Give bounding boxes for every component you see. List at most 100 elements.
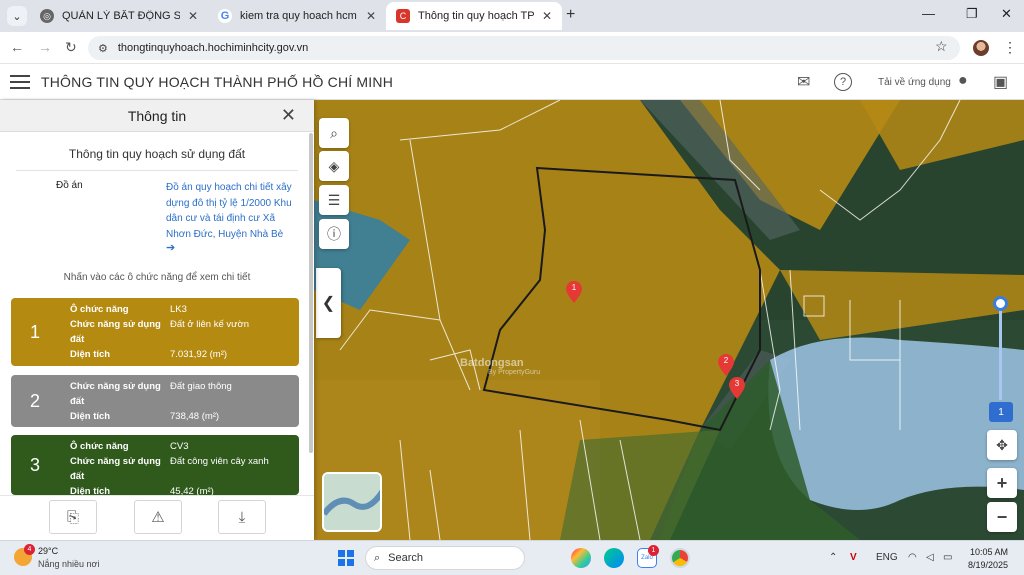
close-tab-icon[interactable]: ✕ xyxy=(188,9,198,23)
function-card-1[interactable]: 1 Ô chức năng LK3 Chức năng sử dụng đất Đấ… xyxy=(11,298,299,366)
doan-link[interactable]: Đồ án quy hoạch chi tiết xây dựng đô thị… xyxy=(166,180,296,242)
edge-icon[interactable] xyxy=(604,548,624,568)
clock-date: 8/19/2025 xyxy=(968,560,1009,570)
tab-search-dropdown[interactable]: ⌄ xyxy=(7,6,27,26)
map-info-button[interactable]: ⓘ xyxy=(319,219,349,249)
download-app-link[interactable]: Tải về ứng dụng xyxy=(878,77,951,88)
card-value: CV3 xyxy=(170,441,189,452)
system-clock[interactable]: 10:05 AM 8/19/2025 xyxy=(968,546,1008,572)
divider xyxy=(16,170,298,171)
card-value: 738,48 (m²) xyxy=(170,411,220,422)
antivirus-icon[interactable]: V xyxy=(850,552,857,563)
locate-button[interactable]: ✥ xyxy=(987,430,1017,460)
download-button[interactable]: ⤓ xyxy=(218,500,266,534)
reload-button[interactable]: ↻ xyxy=(65,39,77,56)
windows-taskbar: 4 29°C Nắng nhiều nơi ⌕ Search Zalo 1 ⌃ … xyxy=(0,540,1024,575)
opacity-slider-track[interactable] xyxy=(999,305,1002,400)
panel-title: Thông tin xyxy=(127,108,187,124)
restore-button[interactable]: ❐ xyxy=(966,6,978,22)
language-indicator[interactable]: ENG xyxy=(876,552,898,563)
copilot-icon[interactable] xyxy=(571,548,591,568)
card-value: Đất ở liên kế vườn xyxy=(170,319,250,330)
card-key: Chức năng sử dụng đất xyxy=(70,381,161,407)
wifi-icon[interactable]: ◠ xyxy=(908,552,917,563)
map-marker-1[interactable]: 1 xyxy=(566,281,582,303)
card-value: LK3 xyxy=(170,304,187,315)
function-card-2[interactable]: 2 Chức năng sử dụng đất Đất giao thông Di… xyxy=(11,375,299,427)
card-key: Diện tích xyxy=(70,486,111,495)
windows-start-icon[interactable] xyxy=(338,550,354,566)
chevron-left-icon: ❮ xyxy=(321,295,336,312)
minimap-graphic xyxy=(324,474,380,530)
chevron-up-icon[interactable]: ⌃ xyxy=(829,552,837,563)
zoom-in-button[interactable]: + xyxy=(987,468,1017,498)
site-settings-icon[interactable]: ⚙ xyxy=(98,42,108,55)
url-input[interactable]: ⚙ thongtinquyhoach.hochiminhcity.gov.vn xyxy=(88,36,960,60)
marker-label: 1 xyxy=(571,283,577,292)
clock-time: 10:05 AM xyxy=(970,547,1009,557)
app-header: THÔNG TIN QUY HOẠCH THÀNH PHỐ HỒ CHÍ MIN… xyxy=(0,64,1024,100)
tab-title: QUẢN LÝ BẤT ĐỘNG SẢN xyxy=(62,10,180,22)
arrow-right-icon[interactable]: ➔ xyxy=(166,241,175,254)
help-icon[interactable]: ? xyxy=(834,73,852,91)
url-text: thongtinquyhoach.hochiminhcity.gov.vn xyxy=(117,42,309,54)
close-window-button[interactable]: ✕ xyxy=(1001,6,1012,22)
search-placeholder: Search xyxy=(388,552,424,564)
info-icon: ⓘ xyxy=(327,226,341,242)
marker-label: 3 xyxy=(734,379,740,388)
globe-icon: ◎ xyxy=(40,9,54,23)
info-panel: Thông tin ✕ Thông tin quy hoạch sử dụng … xyxy=(0,100,314,540)
card-number: 1 xyxy=(29,321,40,342)
layers-icon: ◈ xyxy=(328,157,340,174)
card-number: 2 xyxy=(29,390,40,411)
taskbar-search-input[interactable]: ⌕ Search xyxy=(365,546,525,570)
report-button[interactable]: ⚠ xyxy=(134,500,182,534)
back-button[interactable]: ← xyxy=(10,39,24,55)
panel-scrollbar[interactable] xyxy=(309,133,313,453)
tab-quan-ly[interactable]: ◎ QUẢN LÝ BẤT ĐỘNG SẢN ✕ xyxy=(30,2,208,30)
crosshair-icon: ✥ xyxy=(996,436,1008,453)
bookmark-star-icon[interactable]: ☆ xyxy=(935,38,948,55)
profile-avatar[interactable] xyxy=(973,40,989,56)
map-marker-3[interactable]: 3 xyxy=(729,377,745,399)
forward-button[interactable]: → xyxy=(38,39,52,55)
card-value: Đất giao thông xyxy=(170,381,232,392)
tab-thong-tin-quy-hoach[interactable]: C Thông tin quy hoạch TP.HCM ✕ xyxy=(386,2,562,30)
copy-icon: ⎘ xyxy=(66,508,79,526)
chrome-icon[interactable] xyxy=(670,548,690,568)
basemap-thumbnail[interactable] xyxy=(322,472,382,532)
mail-icon[interactable]: ✉ xyxy=(797,72,810,92)
copy-button[interactable]: ⎘ xyxy=(49,500,97,534)
map-marker-2[interactable]: 2 xyxy=(718,354,734,376)
address-bar-row: ← → ↻ ⚙ thongtinquyhoach.hochiminhcity.g… xyxy=(0,32,1024,64)
map-search-button[interactable]: ⌕ xyxy=(319,118,349,148)
close-icon[interactable]: ✕ xyxy=(281,105,296,126)
card-value: 7.031,92 (m²) xyxy=(170,349,228,360)
new-tab-button[interactable]: + xyxy=(566,6,575,24)
map-layers-button[interactable]: ◈ xyxy=(319,151,349,181)
browser-tab-bar: ⌄ ◎ QUẢN LÝ BẤT ĐỘNG SẢN ✕ G kiem tra qu… xyxy=(0,0,1024,32)
temperature: 29°C xyxy=(38,546,59,556)
map-legend-button[interactable]: ☰ xyxy=(319,185,349,215)
close-tab-icon[interactable]: ✕ xyxy=(542,9,552,23)
function-card-3[interactable]: 3 Ô chức năng CV3 Chức năng sử dụng đất Đấ… xyxy=(11,435,299,495)
apple-icon[interactable]: ● xyxy=(958,72,968,90)
google-icon: G xyxy=(218,9,232,23)
android-icon[interactable]: ▣ xyxy=(993,72,1008,92)
collapse-panel-button[interactable]: ❮ xyxy=(316,268,341,338)
search-icon: ⌕ xyxy=(330,124,338,141)
browser-menu-icon[interactable]: ⋮ xyxy=(1003,39,1017,56)
minimize-button[interactable]: — xyxy=(922,6,935,21)
tab-google-search[interactable]: G kiem tra quy hoach hcm - Goog ✕ xyxy=(208,2,386,30)
zoom-level-badge: 1 xyxy=(989,402,1013,422)
close-tab-icon[interactable]: ✕ xyxy=(366,9,376,23)
opacity-slider-knob[interactable] xyxy=(993,296,1008,311)
volume-icon[interactable]: ◁ xyxy=(926,552,934,563)
warning-icon: ⚠ xyxy=(151,509,165,526)
hamburger-menu-icon[interactable] xyxy=(10,75,30,89)
card-value: Đất công viên cây xanh xyxy=(170,456,269,467)
zoom-out-button[interactable]: − xyxy=(987,502,1017,532)
zalo-badge: 1 xyxy=(648,545,659,556)
minus-icon: − xyxy=(996,506,1008,527)
battery-icon[interactable]: ▭ xyxy=(943,552,952,563)
